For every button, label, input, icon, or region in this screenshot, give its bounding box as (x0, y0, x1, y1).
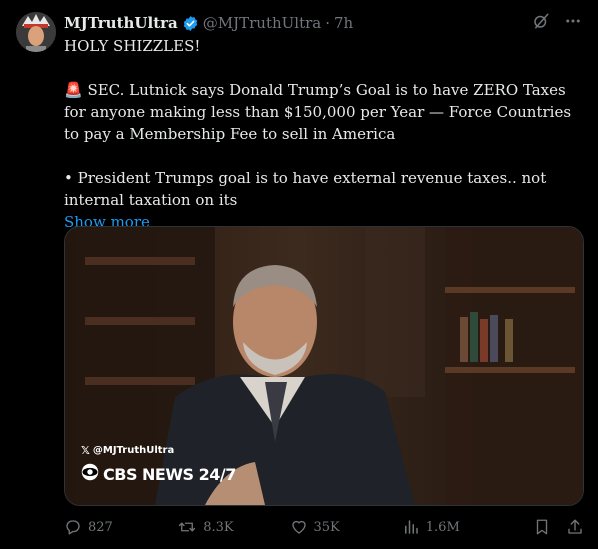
author-name[interactable]: MJTruthUltra (64, 14, 178, 32)
post-header: MJTruthUltra @MJTruthUltra · 7h (64, 13, 582, 33)
network-label: CBS NEWS 24/7 (103, 464, 236, 484)
heart-icon (290, 518, 308, 536)
action-bar: 827 8.3K 35K 1.6M (64, 516, 584, 538)
reply-count: 827 (88, 519, 113, 535)
repost-icon (177, 518, 197, 536)
views-icon (402, 518, 420, 536)
post-avatar[interactable] (16, 12, 56, 52)
post-text-paragraph3: • President Trumps goal is to have exter… (64, 169, 547, 209)
bookmark-icon (533, 518, 551, 536)
like-button[interactable]: 35K (290, 518, 402, 536)
reply-icon (64, 518, 82, 536)
post-time[interactable]: 7h (334, 14, 353, 32)
video-player[interactable]: 𝕏 @MJTruthUltra CBS NEWS 24/7 (64, 226, 584, 506)
grok-icon[interactable] (532, 12, 550, 34)
repost-count: 8.3K (203, 519, 234, 535)
network-logo: CBS NEWS 24/7 (81, 463, 236, 485)
x-logo-icon: 𝕏 (81, 444, 90, 457)
author-handle[interactable]: @MJTruthUltra (203, 14, 321, 32)
post-text: HOLY SHIZZLES! 🚨 SEC. Lutnick says Donal… (64, 35, 584, 233)
more-icon[interactable] (564, 12, 582, 34)
reply-button[interactable]: 827 (64, 518, 177, 536)
views-count: 1.6M (425, 519, 460, 535)
post-text-paragraph2: 🚨 SEC. Lutnick says Donald Trump’s Goal … (64, 81, 572, 143)
share-icon (566, 518, 584, 536)
views-button[interactable]: 1.6M (402, 518, 519, 536)
video-watermark: 𝕏 @MJTruthUltra (81, 444, 174, 457)
watermark-handle: @MJTruthUltra (92, 445, 175, 456)
like-count: 35K (313, 519, 340, 535)
separator: · (325, 14, 331, 32)
verified-badge-icon (182, 15, 199, 32)
bookmark-button[interactable] (533, 518, 551, 536)
post-text-line1: HOLY SHIZZLES! (64, 37, 201, 55)
share-button[interactable] (566, 518, 584, 536)
cbs-eye-icon (81, 463, 99, 485)
repost-button[interactable]: 8.3K (177, 518, 289, 536)
